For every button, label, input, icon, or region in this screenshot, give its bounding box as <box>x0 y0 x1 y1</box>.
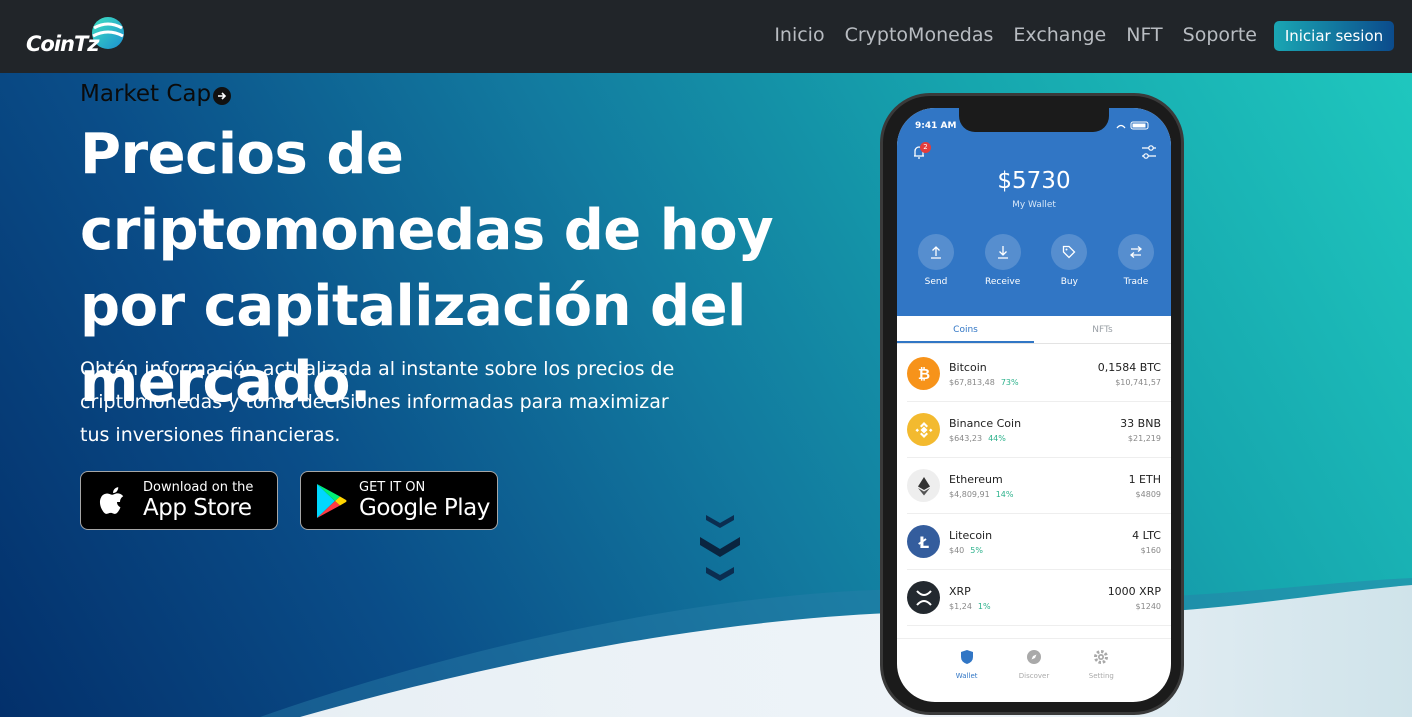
coin-percent: 5% <box>970 545 983 555</box>
coin-name: Ethereum <box>949 472 1003 486</box>
nav-link-exchange[interactable]: Exchange <box>1013 24 1106 46</box>
buy-label: Buy <box>1060 277 1078 287</box>
logo-text: CoinTz <box>26 32 100 56</box>
coin-percent: 73% <box>1000 377 1019 387</box>
coin-percent: 1% <box>977 601 991 611</box>
send-icon <box>931 246 941 259</box>
phone-bottom-nav: Wallet Discover Setting <box>897 638 1171 702</box>
shield-icon <box>960 650 973 664</box>
coin-amount: 4 LTC <box>1132 528 1161 542</box>
coin-usd-value: $10,741,57 <box>1115 377 1161 387</box>
send-label: Send <box>924 277 948 287</box>
coin-amount: 1000 XRP <box>1107 584 1161 598</box>
market-cap-link[interactable]: Market Cap <box>80 81 232 107</box>
receive-icon <box>997 246 1008 259</box>
coin-name: Litecoin <box>949 528 993 542</box>
wallet-actions: Send Receive Buy Trade <box>913 234 1159 287</box>
navbar: CoinTz Inicio CryptoMonedas Exchange NFT… <box>0 0 1412 73</box>
app-store-button[interactable]: Download on the App Store <box>80 471 278 530</box>
gplay-big-text: Google Play <box>359 495 490 521</box>
coin-usd-value: $160 <box>1140 545 1161 555</box>
coin-amount: 1 ETH <box>1128 472 1161 486</box>
coin-name: Bitcoin <box>949 360 987 374</box>
google-play-icon <box>317 483 347 518</box>
login-button[interactable]: Iniciar sesion <box>1274 21 1394 51</box>
coin-percent: 14% <box>995 489 1014 499</box>
logo[interactable]: CoinTz <box>24 16 134 60</box>
gear-icon <box>1094 650 1109 664</box>
notification-badge: 2 <box>920 142 931 153</box>
wallet-tabs: Coins NFTs <box>897 316 1171 344</box>
trade-label: Trade <box>1123 277 1149 287</box>
coin-amount: 33 BNB <box>1120 416 1161 430</box>
send-button[interactable]: Send <box>913 234 959 287</box>
appstore-small-text: Download on the <box>143 480 254 495</box>
coin-amount: 0,1584 BTC <box>1097 360 1161 374</box>
gplay-small-text: GET IT ON <box>359 480 426 495</box>
google-play-button[interactable]: GET IT ON Google Play <box>300 471 498 530</box>
nav-link-cryptomonedas[interactable]: CryptoMonedas <box>845 24 994 46</box>
coin-price: $643,23 <box>949 433 983 443</box>
buy-button[interactable]: Buy <box>1046 234 1092 287</box>
litecoin-icon: Ł <box>907 525 940 558</box>
phone-screen: 9:41 AM 2 $5730 My Wallet Send Receive B… <box>897 108 1171 702</box>
coin-name: Binance Coin <box>949 416 1022 430</box>
nav-link-nft[interactable]: NFT <box>1126 24 1162 46</box>
apple-icon <box>99 486 124 514</box>
wallet-header: 9:41 AM 2 $5730 My Wallet Send Receive B… <box>897 108 1171 316</box>
bottom-nav-discover[interactable]: Discover <box>1004 639 1064 702</box>
tag-icon <box>1063 245 1076 259</box>
sliders-icon[interactable] <box>1141 144 1157 160</box>
market-cap-label: Market Cap <box>80 81 212 107</box>
coin-price: $4,809,91 <box>949 489 990 499</box>
coin-row-litecoin[interactable]: Ł Litecoin $40 5% 4 LTC $160 <box>907 514 1171 570</box>
ethereum-icon <box>907 469 940 502</box>
coin-price: $40 <box>949 545 965 555</box>
wallet-balance: $5730 <box>997 168 1071 194</box>
bottom-nav-wallet[interactable]: Wallet <box>937 639 997 702</box>
coin-price: $1,24 <box>949 601 972 611</box>
bitcoin-icon: ₿ <box>907 357 940 390</box>
coin-percent: 44% <box>988 433 1006 443</box>
xrp-icon <box>907 581 940 614</box>
coin-usd-value: $21,219 <box>1127 433 1161 443</box>
coin-name: XRP <box>949 584 971 598</box>
nav-link-inicio[interactable]: Inicio <box>774 24 824 46</box>
coin-row-binance[interactable]: Binance Coin $643,23 44% 33 BNB $21,219 <box>907 402 1171 458</box>
swap-icon <box>1129 246 1142 258</box>
receive-label: Receive <box>985 277 1021 287</box>
coin-row-xrp[interactable]: XRP $1,24 1% 1000 XRP $1240 <box>907 570 1171 626</box>
svg-text:₿: ₿ <box>917 365 929 383</box>
bottom-nav-label: Discover <box>1018 672 1050 680</box>
tab-nfts[interactable]: NFTs <box>1034 316 1171 343</box>
binance-icon <box>907 413 940 446</box>
coin-row-bitcoin[interactable]: ₿ Bitcoin $67,813,48 73% 0,1584 BTC $10,7… <box>907 346 1171 402</box>
status-icons <box>1116 121 1149 130</box>
nav-link-soporte[interactable]: Soporte <box>1183 24 1257 46</box>
tab-coins[interactable]: Coins <box>897 316 1034 343</box>
nav-links: Inicio CryptoMonedas Exchange NFT Soport… <box>774 24 1257 46</box>
trade-button[interactable]: Trade <box>1113 234 1159 287</box>
receive-button[interactable]: Receive <box>980 234 1026 287</box>
coin-usd-value: $1240 <box>1135 601 1161 611</box>
appstore-big-text: App Store <box>143 495 252 521</box>
svg-text:Ł: Ł <box>917 533 928 551</box>
bottom-nav-setting[interactable]: Setting <box>1071 639 1131 702</box>
compass-icon <box>1026 650 1041 664</box>
status-time: 9:41 AM <box>915 121 957 131</box>
coin-price: $67,813,48 <box>949 377 995 387</box>
coin-list: ₿ Bitcoin $67,813,48 73% 0,1584 BTC $10,7… <box>897 346 1171 626</box>
coin-usd-value: $4809 <box>1135 489 1161 499</box>
wallet-label: My Wallet <box>1012 200 1056 210</box>
phone-notch <box>959 108 1109 132</box>
bottom-nav-label: Setting <box>1088 672 1114 680</box>
arrow-right-icon <box>213 87 232 105</box>
hero-description: Obtén información actualizada al instant… <box>80 358 675 446</box>
hero-section: Market Cap Precios de criptomonedas de h… <box>0 73 1412 717</box>
scroll-down-icon[interactable] <box>698 513 742 589</box>
phone-mockup: 9:41 AM 2 $5730 My Wallet Send Receive B… <box>880 93 1184 715</box>
bottom-nav-label: Wallet <box>955 672 978 680</box>
coin-row-ethereum[interactable]: Ethereum $4,809,91 14% 1 ETH $4809 <box>907 458 1171 514</box>
